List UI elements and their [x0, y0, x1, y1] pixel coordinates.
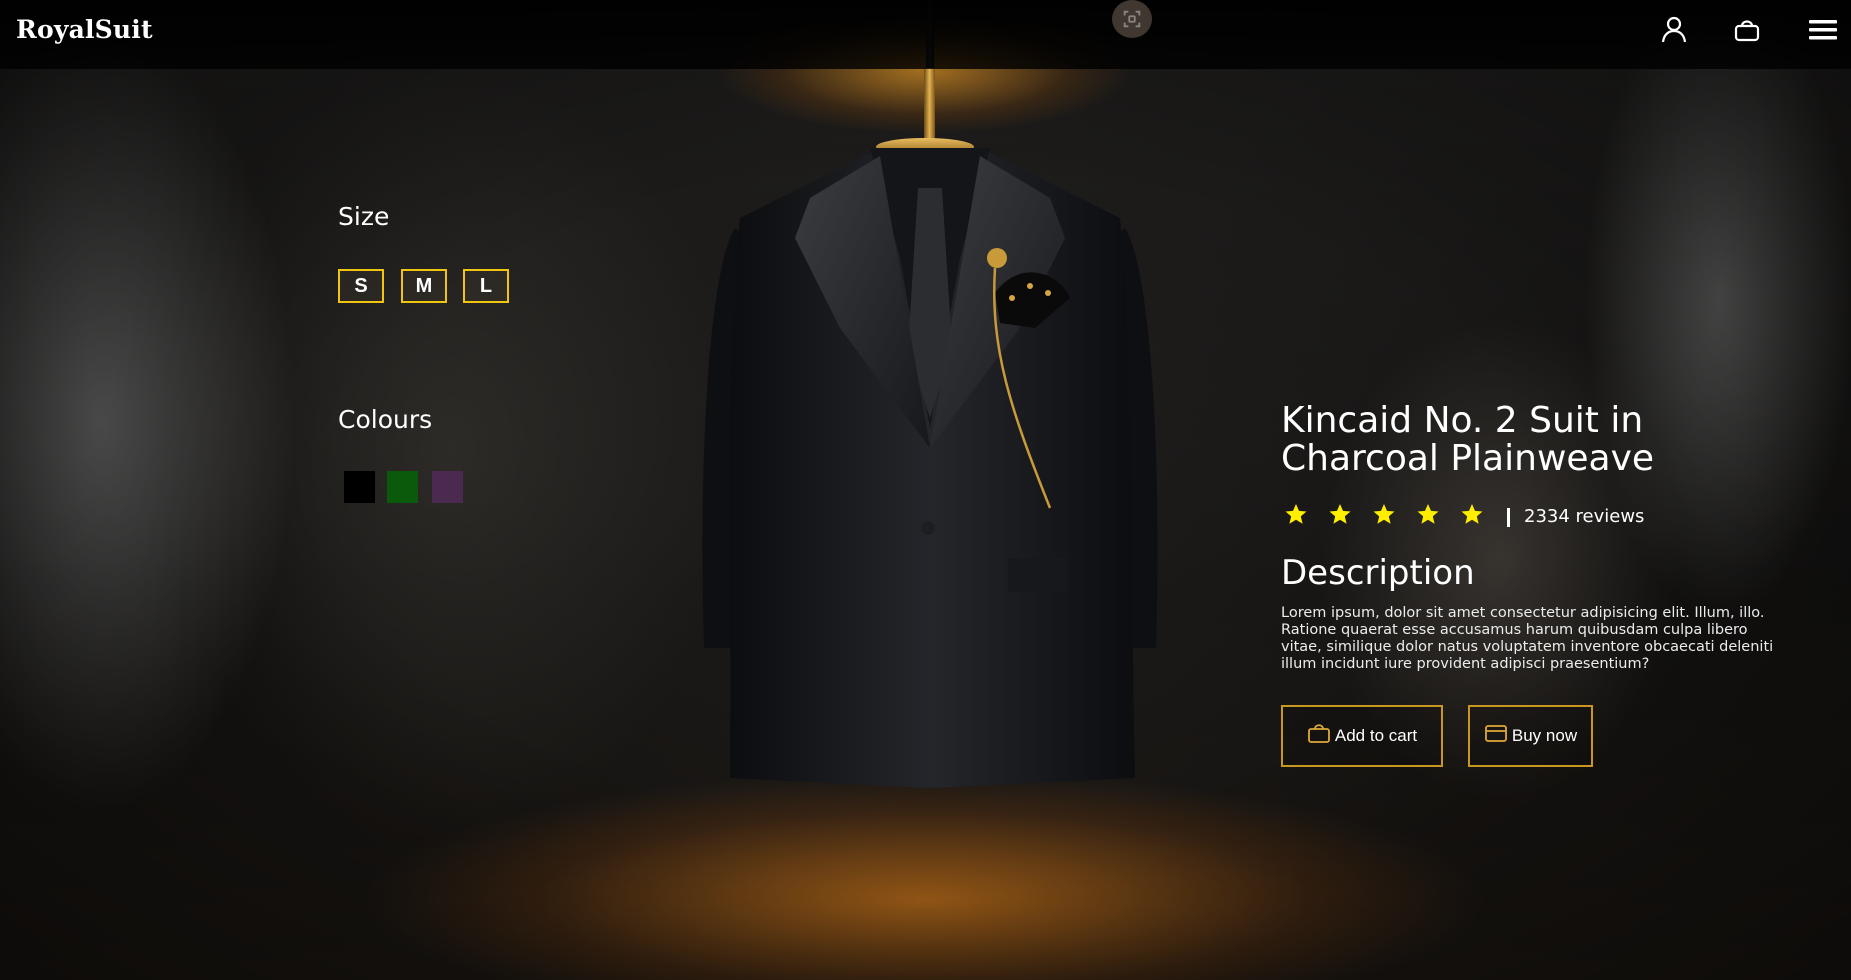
suit-image: [702, 148, 1158, 788]
brass-hanger-stem: [924, 68, 935, 148]
scan-button[interactable]: [1112, 0, 1152, 38]
review-count[interactable]: 2334 reviews: [1524, 506, 1644, 527]
menu-button[interactable]: [1807, 14, 1839, 46]
hamburger-menu-icon: [1809, 20, 1837, 40]
colour-swatch-green[interactable]: [387, 471, 418, 503]
scan-icon: [1123, 10, 1141, 28]
colour-swatch-black[interactable]: [344, 471, 375, 503]
top-navbar: RoyalSuit: [0, 0, 1851, 69]
brand-logo[interactable]: RoyalSuit: [16, 15, 153, 44]
product-title: Kincaid No. 2 Suit in Charcoal Plainweav…: [1281, 400, 1655, 479]
size-heading: Size: [338, 202, 390, 231]
rating-stars: [1284, 502, 1484, 526]
colour-swatch-purple[interactable]: [432, 471, 463, 503]
star-icon: [1329, 504, 1351, 524]
buy-now-button[interactable]: Buy now: [1468, 705, 1593, 767]
buy-now-label: Buy now: [1511, 726, 1578, 745]
credit-card-icon: [1484, 725, 1507, 742]
shopping-bag-icon: [1307, 724, 1330, 743]
add-to-cart-label: Add to cart: [1334, 726, 1418, 745]
user-account-button[interactable]: [1658, 14, 1690, 46]
star-icon: [1285, 504, 1307, 524]
size-option-l[interactable]: L: [463, 269, 509, 303]
add-to-cart-button[interactable]: Add to cart: [1281, 705, 1443, 767]
star-icon: [1373, 504, 1395, 524]
cart-button[interactable]: [1731, 14, 1763, 46]
rating-divider: [1507, 508, 1510, 527]
size-option-m[interactable]: M: [401, 269, 447, 303]
description-text: Lorem ipsum, dolor sit amet consectetur …: [1281, 605, 1774, 672]
star-icon: [1461, 504, 1483, 524]
colours-heading: Colours: [338, 405, 433, 434]
user-icon: [1661, 16, 1687, 43]
shopping-bag-icon: [1734, 20, 1760, 42]
star-icon: [1417, 504, 1439, 524]
size-option-s[interactable]: S: [338, 269, 384, 303]
description-heading: Description: [1281, 553, 1475, 593]
